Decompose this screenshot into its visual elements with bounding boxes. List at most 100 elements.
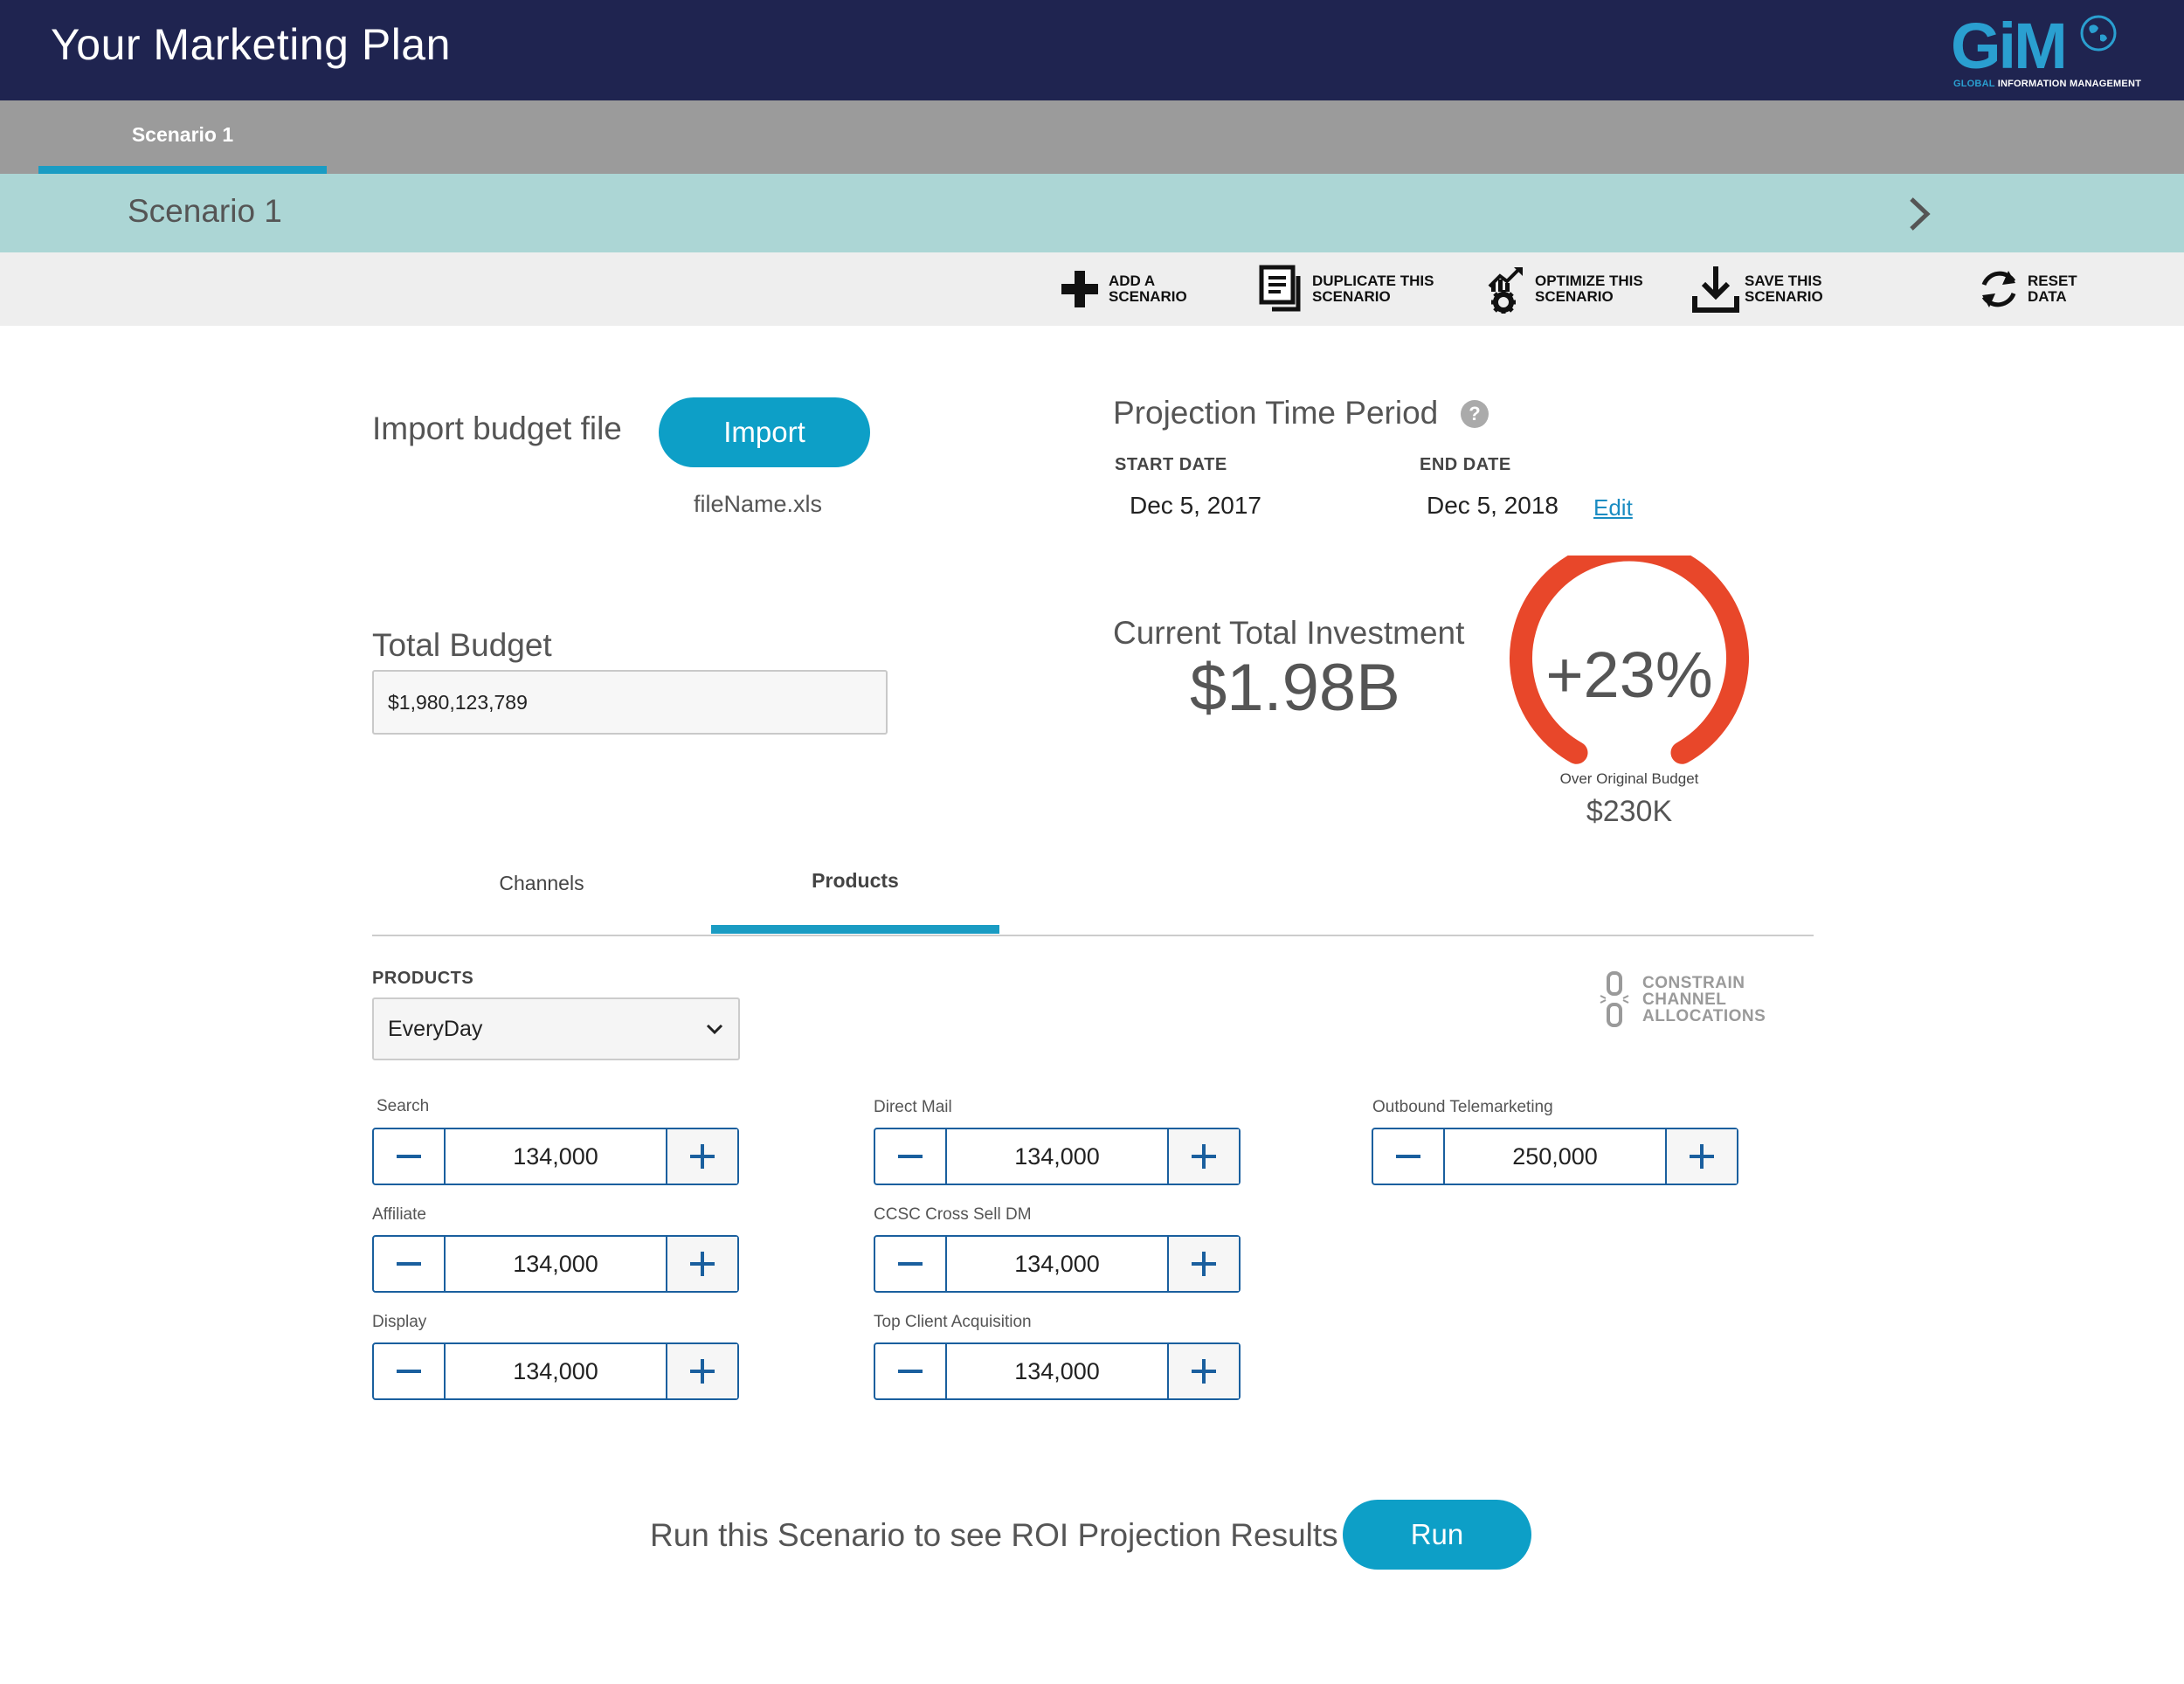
affiliate-value[interactable]: 134,000: [446, 1237, 666, 1291]
plus-icon: [1054, 264, 1105, 314]
tab-channels[interactable]: Channels: [397, 872, 686, 895]
help-icon[interactable]: ?: [1461, 400, 1489, 428]
scenario-tab[interactable]: Scenario 1: [38, 100, 327, 174]
direct-mail-value[interactable]: 134,000: [947, 1129, 1167, 1184]
scenario-tab-label: Scenario 1: [131, 123, 234, 146]
globe-icon: [2080, 15, 2117, 52]
save-scenario-label: SAVE THIS SCENARIO: [1745, 273, 1823, 305]
affiliate-decrement-button[interactable]: [374, 1237, 446, 1291]
ccsc-cross-sell-dm-decrement-button[interactable]: [875, 1237, 947, 1291]
import-button[interactable]: Import: [659, 397, 870, 467]
direct-mail-label: Direct Mail: [874, 1098, 952, 1116]
top-client-acquisition-label: Top Client Acquisition: [874, 1313, 1032, 1331]
logo-subtitle-a: GLOBAL: [1953, 79, 1995, 89]
logo-subtitle-b: INFORMATION MANAGEMENT: [1997, 79, 2142, 89]
search-stepper: 134,000: [372, 1128, 739, 1185]
download-icon: [1690, 264, 1741, 314]
direct-mail-stepper: 134,000: [874, 1128, 1241, 1185]
plus-icon: [690, 1359, 715, 1384]
display-increment-button[interactable]: [666, 1344, 737, 1398]
plus-icon: [1192, 1144, 1216, 1169]
search-label: Search: [377, 1097, 430, 1115]
total-budget-input[interactable]: $1,980,123,789: [372, 670, 888, 735]
import-budget-label: Import budget file: [372, 411, 622, 446]
start-date-label: START DATE: [1115, 455, 1227, 474]
chevron-right-icon[interactable]: [1901, 194, 1936, 234]
run-button[interactable]: Run: [1343, 1500, 1531, 1570]
tab-products-underline: [711, 925, 999, 934]
constrain-label-line-1: CONSTRAIN: [1642, 973, 1745, 992]
scenario-name: Scenario 1: [128, 193, 282, 229]
search-increment-button[interactable]: [666, 1129, 737, 1184]
duplicate-scenario-label: DUPLICATE THIS SCENARIO: [1312, 273, 1434, 305]
top-client-acquisition-increment-button[interactable]: [1167, 1344, 1239, 1398]
constrain-label: CONSTRAIN CHANNEL ALLOCATIONS: [1642, 975, 1766, 1025]
ccsc-cross-sell-dm-value[interactable]: 134,000: [947, 1237, 1167, 1291]
ccsc-cross-sell-dm-stepper: 134,000: [874, 1235, 1241, 1293]
outbound-telemarketing-stepper: 250,000: [1372, 1128, 1738, 1185]
app-title: Your Marketing Plan: [51, 20, 451, 69]
outbound-telemarketing-increment-button[interactable]: [1665, 1129, 1737, 1184]
affiliate-increment-button[interactable]: [666, 1237, 737, 1291]
broken-link-icon: [1600, 971, 1629, 1027]
gauge-caption: Over Original Budget: [1559, 770, 1699, 787]
investment-value: $1.98B: [1190, 651, 1400, 725]
logo-subtitle: GLOBAL INFORMATION MANAGEMENT: [1953, 79, 2141, 89]
tabs-divider: [372, 935, 1814, 936]
minus-icon: [397, 1370, 421, 1373]
scenario-tab-bar: [0, 100, 2184, 174]
reset-data-button[interactable]: RESET DATA: [1973, 263, 2080, 315]
tab-products[interactable]: Products: [711, 869, 999, 893]
top-client-acquisition-value[interactable]: 134,000: [947, 1344, 1167, 1398]
minus-icon: [397, 1262, 421, 1266]
plus-icon: [690, 1144, 715, 1169]
minus-icon: [898, 1155, 923, 1158]
direct-mail-increment-button[interactable]: [1167, 1129, 1239, 1184]
top-client-acquisition-decrement-button[interactable]: [875, 1344, 947, 1398]
minus-icon: [397, 1155, 421, 1158]
optimize-scenario-button[interactable]: OPTIMIZE THIS SCENARIO: [1481, 263, 1666, 315]
total-budget-label: Total Budget: [372, 627, 552, 663]
display-value[interactable]: 134,000: [446, 1344, 666, 1398]
import-filename: fileName.xls: [694, 491, 823, 517]
end-date-label: END DATE: [1420, 455, 1511, 474]
outbound-telemarketing-label: Outbound Telemarketing: [1372, 1098, 1553, 1116]
minus-icon: [898, 1262, 923, 1266]
display-stepper: 134,000: [372, 1342, 739, 1400]
constrain-label-line-2: CHANNEL: [1642, 990, 1727, 1009]
scenario-tab-underline: [38, 166, 327, 174]
optimize-gear-icon: [1481, 264, 1531, 314]
scenario-name-bar: [0, 174, 2184, 252]
gim-logo: GiM GLOBAL INFORMATION MANAGEMENT: [1948, 10, 2167, 93]
gauge-amount: $230K: [1586, 795, 1673, 828]
constrain-label-line-3: ALLOCATIONS: [1642, 1006, 1766, 1025]
constrain-allocations-toggle[interactable]: CONSTRAIN CHANNEL ALLOCATIONS: [1597, 970, 1766, 1029]
minus-icon: [898, 1370, 923, 1373]
gauge-percent: +23%: [1545, 638, 1713, 711]
chevron-down-icon: [706, 1024, 723, 1035]
refresh-icon: [1973, 264, 2024, 314]
products-select[interactable]: EveryDay: [372, 997, 740, 1060]
affiliate-stepper: 134,000: [372, 1235, 739, 1293]
ccsc-cross-sell-dm-increment-button[interactable]: [1167, 1237, 1239, 1291]
save-scenario-button[interactable]: SAVE THIS SCENARIO: [1690, 263, 1832, 315]
edit-dates-link[interactable]: Edit: [1593, 494, 1633, 521]
reset-data-label: RESET DATA: [2028, 273, 2077, 305]
search-decrement-button[interactable]: [374, 1129, 446, 1184]
outbound-telemarketing-decrement-button[interactable]: [1373, 1129, 1445, 1184]
logo-text: GiM: [1951, 10, 2068, 82]
duplicate-scenario-button[interactable]: DUPLICATE THIS SCENARIO: [1258, 263, 1443, 315]
optimize-scenario-label: OPTIMIZE THIS SCENARIO: [1535, 273, 1643, 305]
run-prompt-text: Run this Scenario to see ROI Projection …: [650, 1517, 1338, 1553]
add-scenario-label: ADD A SCENARIO: [1109, 273, 1187, 305]
end-date-value: Dec 5, 2018: [1427, 492, 1559, 519]
display-decrement-button[interactable]: [374, 1344, 446, 1398]
search-value[interactable]: 134,000: [446, 1129, 666, 1184]
minus-icon: [1396, 1155, 1420, 1158]
ccsc-cross-sell-dm-label: CCSC Cross Sell DM: [874, 1205, 1032, 1224]
plus-icon: [1690, 1144, 1714, 1169]
direct-mail-decrement-button[interactable]: [875, 1129, 947, 1184]
add-scenario-button[interactable]: ADD A SCENARIO: [1054, 263, 1192, 315]
duplicate-icon: [1258, 264, 1309, 314]
outbound-telemarketing-value[interactable]: 250,000: [1445, 1129, 1665, 1184]
